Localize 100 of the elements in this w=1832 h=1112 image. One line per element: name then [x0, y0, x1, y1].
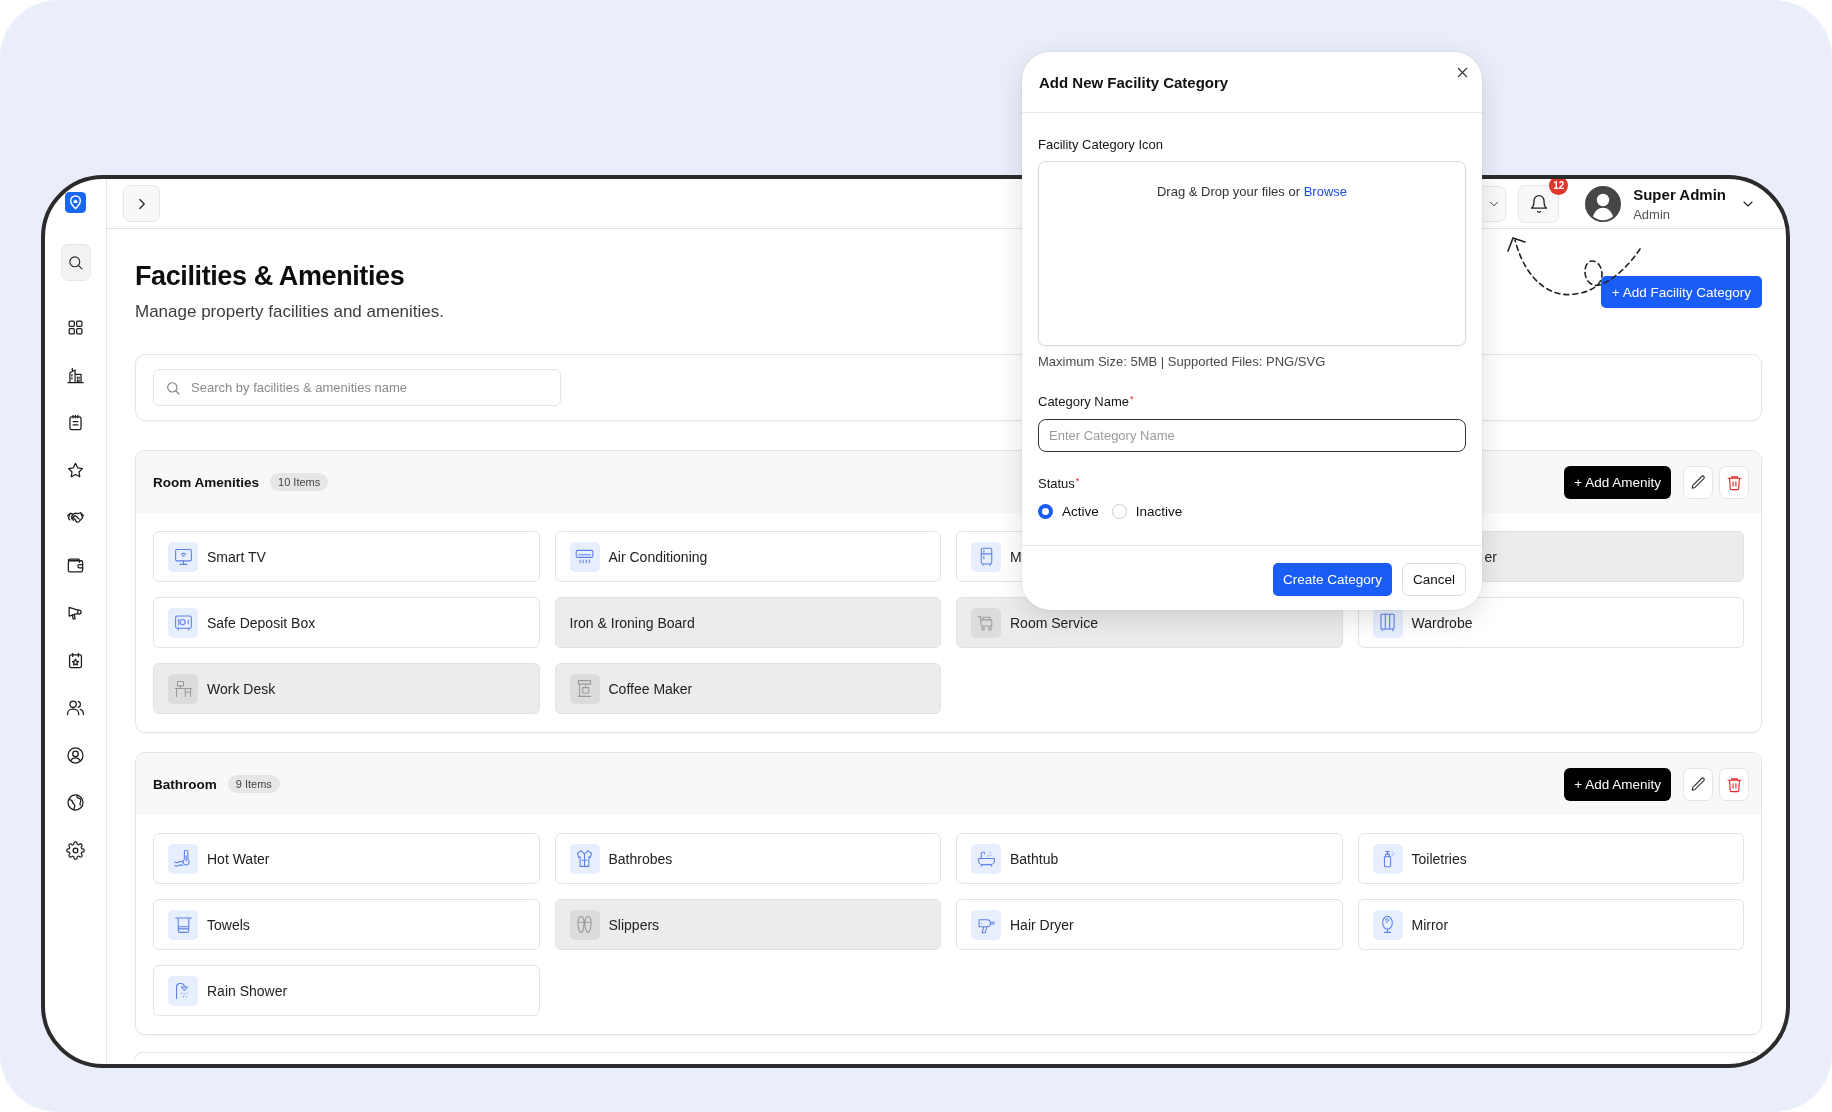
field-label: Category Name$^{*}$	[1038, 394, 1135, 410]
edit-button[interactable]	[1683, 767, 1713, 801]
mirror-icon	[1372, 909, 1403, 940]
amenity-name: Air Conditioning	[608, 548, 708, 565]
users-icon[interactable]	[66, 698, 85, 717]
amenity-name: Bathrobes	[608, 850, 673, 867]
amenity-card[interactable]: Safe Deposit Box	[153, 597, 540, 648]
amenity-name: Wardrobe	[1411, 614, 1473, 631]
amenity-name: Iron & Ironing Board	[569, 614, 695, 631]
building-icon[interactable]	[66, 365, 85, 385]
count-badge: 9 Items	[227, 775, 280, 793]
search-button[interactable]	[60, 244, 91, 281]
page-subtitle: Manage property facilities and amenities.	[135, 302, 444, 322]
upload-dropzone[interactable]: Drag & Drop your files or Browse	[1038, 161, 1466, 346]
field-label: Facility Category Icon	[1038, 137, 1164, 153]
slippers-icon	[569, 909, 600, 940]
upload-hint: Maximum Size: 5MB | Supported Files: PNG/SVG	[1038, 354, 1327, 370]
hair-dryer-icon	[971, 909, 1001, 940]
amenity-card[interactable]: Towels	[153, 899, 540, 950]
amenity-card[interactable]: Hot Water	[153, 833, 540, 884]
notepad-icon[interactable]	[66, 413, 85, 432]
towel-icon	[168, 909, 198, 940]
air-conditioner-icon	[569, 541, 600, 572]
cart-icon	[971, 607, 1001, 638]
radio-label: Inactive	[1135, 503, 1183, 519]
page-title: Facilities & Amenities	[135, 260, 406, 292]
add-amenity-button[interactable]: + Add Amenity	[1564, 767, 1671, 801]
trash-icon[interactable]	[1725, 473, 1743, 491]
amenity-card[interactable]: Wardrobe	[1357, 597, 1744, 648]
bottle-icon	[1372, 843, 1403, 874]
amenity-card[interactable]: Coffee Maker	[554, 663, 941, 714]
amenity-name: Hot Water	[207, 850, 270, 867]
amenity-card[interactable]: Rain Shower	[153, 965, 540, 1016]
count-badge: 10 Items	[270, 473, 329, 491]
amenity-card[interactable]: Work Desk	[153, 663, 540, 714]
safe-icon	[168, 607, 198, 638]
amenity-name: Toiletries	[1411, 850, 1467, 867]
modal-title: Add New Facility Category	[1039, 73, 1229, 91]
settings-icon[interactable]	[66, 840, 85, 860]
radio-label: Active	[1062, 503, 1099, 519]
trash-icon[interactable]	[1725, 775, 1743, 793]
amenity-card[interactable]: Mirror	[1357, 899, 1744, 950]
category-name-input[interactable]: Enter Category Name	[1038, 419, 1466, 452]
amenity-card[interactable]: Bathrobes	[554, 833, 941, 884]
pencil-icon[interactable]	[1689, 775, 1707, 793]
amenity-name: er	[1484, 548, 1497, 565]
star-icon[interactable]	[66, 460, 85, 480]
amenity-name: Smart TV	[207, 548, 266, 565]
tv-icon	[168, 541, 198, 572]
amenity-name: Room Service	[1010, 614, 1098, 631]
globe-icon[interactable]	[66, 793, 85, 812]
amenity-name: Rain Shower	[207, 982, 288, 999]
fridge-icon	[971, 541, 1001, 572]
amenity-card[interactable]: Air Conditioning	[554, 531, 941, 582]
delete-button[interactable]	[1719, 767, 1749, 801]
search-field[interactable]: Search by facilities & amenities name	[153, 369, 561, 406]
bathtub-icon	[971, 843, 1001, 874]
create-button[interactable]: Create Category	[1272, 563, 1392, 596]
amenity-name: Bathtub	[1010, 850, 1059, 867]
bathrobe-icon	[569, 843, 600, 874]
dropzone-text: Drag & Drop your files or Browse	[1156, 184, 1347, 199]
cancel-button[interactable]: Cancel	[1401, 563, 1466, 596]
bell-icon[interactable]	[1528, 193, 1549, 214]
browse-link[interactable]: Browse	[1303, 184, 1347, 199]
amenity-card[interactable]: Iron & Ironing Board	[554, 597, 941, 648]
amenity-name: Coffee Maker	[608, 680, 693, 697]
add-category-button[interactable]: + Add Facility Category	[1600, 276, 1762, 308]
logo-icon[interactable]	[65, 192, 86, 213]
delete-button[interactable]	[1719, 465, 1749, 499]
desk-icon	[168, 673, 198, 704]
field-label: Status$^{*}$	[1038, 476, 1081, 492]
shower-icon	[168, 975, 198, 1006]
avatar-icon[interactable]	[1585, 185, 1622, 222]
user-role: Admin	[1633, 205, 1672, 223]
search-icon	[165, 379, 181, 396]
amenity-card[interactable]: Toiletries	[1357, 833, 1744, 884]
amenity-name: Hair Dryer	[1010, 916, 1074, 933]
radio-button[interactable]	[1038, 503, 1053, 519]
pencil-icon[interactable]	[1689, 473, 1707, 491]
amenity-name: Towels	[207, 916, 250, 933]
notification-badge: 12	[1549, 179, 1569, 195]
edit-button[interactable]	[1683, 465, 1713, 499]
user-name: Super Admin	[1633, 184, 1726, 204]
amenity-card[interactable]: Bathtub	[956, 833, 1343, 884]
amenity-name: Mirror	[1411, 916, 1449, 933]
amenity-name: M	[1010, 548, 1022, 565]
thermometer-icon	[168, 843, 198, 874]
amenity-name: Slippers	[608, 916, 660, 933]
user-circle-icon[interactable]	[66, 745, 85, 765]
search-icon[interactable]	[67, 254, 84, 271]
add-amenity-button[interactable]: + Add Amenity	[1564, 465, 1671, 499]
grid-icon[interactable]	[66, 318, 85, 337]
amenity-card[interactable]: Slippers	[554, 899, 941, 950]
section-title: Room Amenities	[153, 474, 260, 490]
amenity-card[interactable]: Smart TV	[153, 531, 540, 582]
amenity-name: Safe Deposit Box	[207, 614, 316, 631]
amenity-name: Work Desk	[207, 680, 276, 697]
section-title: Bathroom	[153, 776, 217, 792]
amenity-card[interactable]: Hair Dryer	[956, 899, 1343, 950]
coffee-maker-icon	[569, 673, 600, 704]
